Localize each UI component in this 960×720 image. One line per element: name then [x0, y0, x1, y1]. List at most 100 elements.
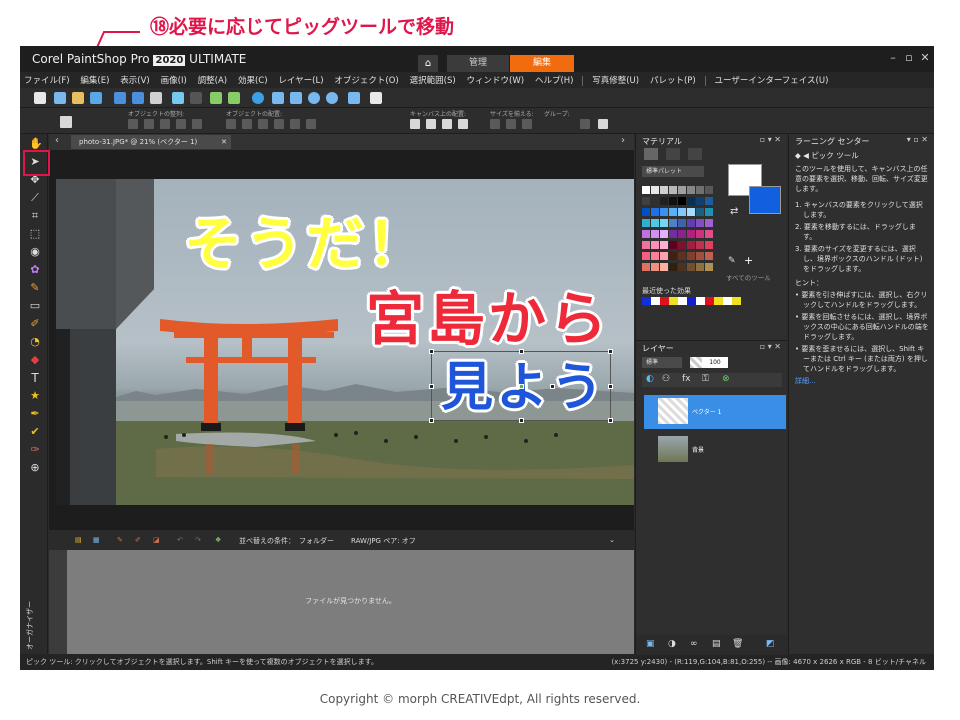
color-swatch[interactable] — [705, 219, 713, 227]
color-swatch[interactable] — [660, 252, 668, 260]
color-swatch[interactable] — [660, 230, 668, 238]
same-width-icon[interactable] — [490, 119, 500, 129]
color-swatch[interactable] — [678, 241, 686, 249]
menu-edit[interactable]: 編集(E) — [76, 72, 113, 88]
selection-bounding-box[interactable] — [429, 349, 613, 423]
align-top-icon[interactable] — [176, 119, 186, 129]
crop-tool-icon[interactable]: ⌗ — [29, 210, 41, 222]
color-swatch[interactable] — [687, 186, 695, 194]
color-swatch[interactable] — [687, 219, 695, 227]
new-file-icon[interactable] — [34, 92, 46, 104]
menu-help[interactable]: ヘルプ(H) — [531, 72, 578, 88]
swatches-tab-icon[interactable] — [644, 148, 658, 160]
eraser-tool-icon[interactable]: ▭ — [29, 300, 41, 312]
fill-tool-icon[interactable]: ◆ — [29, 354, 41, 366]
background-color-swatch[interactable] — [749, 186, 781, 214]
color-swatch[interactable] — [669, 186, 677, 194]
color-swatch[interactable] — [687, 208, 695, 216]
tab-scroll-right-icon[interactable]: › — [621, 135, 625, 146]
pan-tool-icon[interactable]: ✋ — [29, 138, 43, 150]
fit-window-icon[interactable] — [272, 92, 284, 104]
color-swatch[interactable] — [642, 252, 650, 260]
print-icon[interactable] — [150, 92, 162, 104]
palette-dropdown[interactable]: 標準パレット — [642, 166, 704, 177]
color-swatch[interactable] — [705, 230, 713, 238]
color-swatch[interactable] — [696, 263, 704, 271]
color-swatch[interactable] — [705, 186, 713, 194]
new-layer-icon[interactable]: ▣ — [646, 639, 655, 649]
blend-mode-dropdown[interactable]: 標準 — [642, 357, 682, 368]
color-swatch[interactable] — [678, 219, 686, 227]
color-swatch[interactable] — [642, 186, 650, 194]
preset-shape-icon[interactable]: ★ — [29, 390, 41, 402]
color-swatch[interactable] — [642, 241, 650, 249]
recent-colors[interactable] — [642, 297, 742, 305]
color-swatch[interactable] — [705, 241, 713, 249]
resize-handle-top-left[interactable] — [429, 349, 434, 354]
all-tools-checkbox[interactable]: すべてのツール — [726, 272, 771, 282]
align-bottom-icon[interactable] — [192, 119, 202, 129]
color-swatch[interactable] — [660, 186, 668, 194]
color-swatch[interactable] — [651, 197, 659, 205]
straighten-tool-icon[interactable]: ⟋ — [29, 192, 41, 204]
actual-size-icon[interactable] — [290, 92, 302, 104]
menu-adjust[interactable]: 調整(A) — [194, 72, 231, 88]
resize-handle-bottom-left[interactable] — [429, 418, 434, 423]
color-swatch[interactable] — [642, 230, 650, 238]
recent-color-swatch[interactable] — [696, 297, 705, 305]
color-swatch[interactable] — [651, 241, 659, 249]
menu-user-interface[interactable]: ユーザーインターフェイス(U) — [710, 72, 832, 88]
maximize-icon[interactable]: ▫ — [902, 51, 916, 64]
color-swatch[interactable] — [651, 230, 659, 238]
resize-handle-bottom-right[interactable] — [608, 418, 613, 423]
color-swatch[interactable] — [669, 241, 677, 249]
text-tool-icon[interactable]: T — [29, 372, 41, 384]
layer-group-icon[interactable]: ⊗ — [722, 374, 730, 384]
rotation-handle[interactable] — [550, 384, 555, 389]
same-height-icon[interactable] — [506, 119, 516, 129]
recent-color-swatch[interactable] — [651, 297, 660, 305]
group-icon[interactable] — [580, 119, 590, 129]
save-icon[interactable] — [114, 92, 126, 104]
learning-back-icon[interactable]: ◆ ◀ — [795, 151, 811, 160]
menu-image[interactable]: 画像(I) — [157, 72, 191, 88]
canvas-horizontal-icon[interactable] — [426, 119, 436, 129]
undo-icon[interactable] — [172, 92, 184, 104]
layer-visibility-icon[interactable]: ◐ — [646, 374, 654, 384]
script-icon[interactable] — [370, 92, 382, 104]
recent-color-swatch[interactable] — [732, 297, 741, 305]
organizer-collection-icon[interactable]: ❖ — [215, 536, 221, 544]
home-tab-icon[interactable]: ⌂ — [418, 55, 438, 72]
redo-icon[interactable] — [190, 92, 202, 104]
document-tab[interactable]: photo-31.JPG* @ 21% (ベクター 1) ✕ — [71, 135, 231, 149]
menu-file[interactable]: ファイル(F) — [20, 72, 74, 88]
color-swatch[interactable] — [651, 186, 659, 194]
materials-panel-controls-icon[interactable]: ▫ ▾ ✕ — [760, 135, 781, 144]
learning-more-link[interactable]: 詳細... — [795, 376, 929, 386]
color-swatch[interactable] — [669, 197, 677, 205]
canvas-fit-icon[interactable] — [458, 119, 468, 129]
color-swatch[interactable] — [705, 208, 713, 216]
color-swatch[interactable] — [687, 263, 695, 271]
recent-color-swatch[interactable] — [660, 297, 669, 305]
organizer-rotate-right-icon[interactable]: ↷ — [195, 536, 201, 544]
color-swatch[interactable] — [660, 219, 668, 227]
menu-photo-fix[interactable]: 写真修整(U) — [588, 72, 643, 88]
color-swatch[interactable] — [669, 219, 677, 227]
color-swatch[interactable] — [687, 230, 695, 238]
align-right-icon[interactable] — [160, 119, 170, 129]
mask-icon[interactable]: ◑ — [668, 639, 676, 649]
save-as-icon[interactable] — [132, 92, 144, 104]
resize-handle-right[interactable] — [608, 384, 613, 389]
close-icon[interactable]: ✕ — [918, 51, 932, 64]
organizer-tag-icon[interactable]: ▤ — [75, 536, 82, 544]
organizer-sort-dropdown[interactable]: フォルダー — [299, 536, 334, 546]
color-swatch[interactable] — [705, 197, 713, 205]
selection-tool-icon[interactable]: ⬚ — [29, 228, 41, 240]
color-swatch[interactable] — [642, 263, 650, 271]
color-swatch[interactable] — [678, 208, 686, 216]
organizer-adjust-icon[interactable]: ◪ — [153, 536, 160, 544]
layer-lock-icon[interactable]: ⚿ — [702, 374, 709, 384]
info-icon[interactable] — [252, 92, 264, 104]
organizer-content[interactable]: ファイルが見つかりません。 — [67, 550, 634, 656]
